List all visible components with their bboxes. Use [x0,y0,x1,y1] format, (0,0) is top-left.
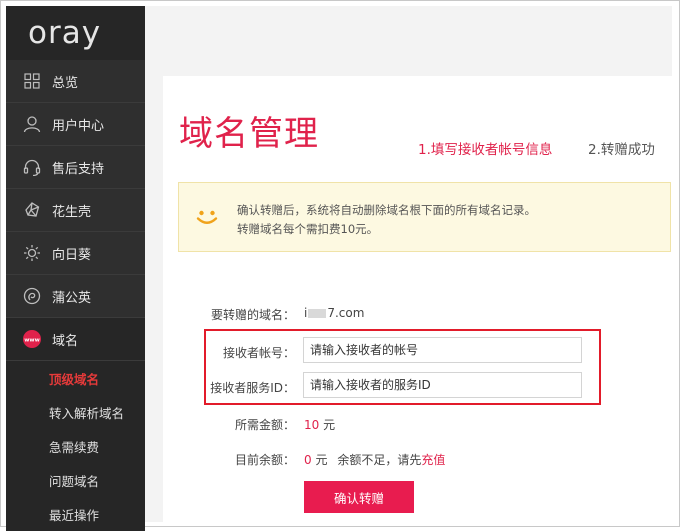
logo-area: oray [6,6,145,60]
dandelion-icon [22,286,42,306]
sidebar-item-label: 向日葵 [52,247,92,263]
notice-line-1: 确认转赠后，系统将自动删除域名根下面的所有域名记录。 [237,203,536,217]
fee-label: 所需金额： [234,418,295,432]
fee-value: 10 元 [304,416,335,433]
balance-label: 目前余额： [234,453,295,467]
grid-icon [22,71,42,91]
balance-value: 0 元 余额不足，请先充值 [304,451,445,468]
sidebar-item-domain[interactable]: www 域名 [6,318,145,361]
domain-value: i 7.com [304,306,364,320]
page-title: 域名管理 [179,114,319,154]
sidebar-item-label: 花生壳 [52,204,92,220]
step-next: 2.转赠成功 [588,142,655,158]
sunflower-icon [22,243,42,263]
notice-line-2: 转赠域名每个需扣费10元。 [237,222,379,236]
insufficient-text: 余额不足，请先 [337,453,422,467]
peanut-shell-icon [22,200,42,220]
sidebar-item-peanut-shell[interactable]: 花生壳 [6,189,145,232]
content-panel: 域名管理 1.填写接收者帐号信息 2.转赠成功 确认转赠后，系统将自动删除域名根… [163,76,672,522]
sidebar-subitem-recent-actions[interactable]: 最近操作 [6,497,145,531]
headset-icon [22,157,42,177]
sidebar-item-label: 总览 [52,75,79,91]
brand-logo[interactable]: oray [28,17,101,49]
service-id-label: 接收者服务ID： [210,381,295,395]
svg-text:www: www [24,337,40,343]
balance-unit: 元 [315,453,328,467]
confirm-transfer-button[interactable]: 确认转赠 [304,481,414,513]
sidebar-item-sunflower[interactable]: 向日葵 [6,232,145,275]
user-icon [22,114,42,134]
sidebar-subitem-top-level-domain[interactable]: 顶级域名 [6,361,145,395]
service-id-input[interactable] [303,372,582,398]
sidebar-item-overview[interactable]: 总览 [6,60,145,103]
sidebar-item-support[interactable]: 售后支持 [6,146,145,189]
domain-label: 要转赠的域名： [210,308,295,322]
sidebar-item-label: 蒲公英 [52,290,92,306]
notice-box: 确认转赠后，系统将自动删除域名根下面的所有域名记录。 转赠域名每个需扣费10元。 [178,182,671,252]
domain-suffix: 7.com [327,306,365,320]
step-current: 1.填写接收者帐号信息 [418,142,553,158]
sidebar-subitem-problem-domain[interactable]: 问题域名 [6,463,145,497]
recharge-link[interactable]: 充值 [421,453,445,467]
sidebar-item-dandelion[interactable]: 蒲公英 [6,275,145,318]
sidebar-item-label: 用户中心 [52,118,105,134]
account-input[interactable] [303,337,582,363]
sidebar-item-label: 售后支持 [52,161,105,177]
top-bar [145,6,672,60]
sidebar-item-user-center[interactable]: 用户中心 [6,103,145,146]
domain-prefix: i [304,306,308,320]
fee-unit: 元 [323,418,336,432]
sidebar: oray 总览 用户中心 售后支持 花生壳 向日葵 蒲公英 www 域名 顶级域… [6,6,145,531]
sidebar-subitem-urgent-renewal[interactable]: 急需续费 [6,429,145,463]
smile-icon [195,205,219,233]
sidebar-item-label: 域名 [52,333,79,349]
www-icon: www [22,329,42,349]
account-label: 接收者帐号： [222,346,295,360]
redacted-mask [308,309,327,318]
sidebar-subitem-transfer-in[interactable]: 转入解析域名 [6,395,145,429]
main-area: 域名管理 1.填写接收者帐号信息 2.转赠成功 确认转赠后，系统将自动删除域名根… [145,60,672,522]
fee-amount: 10 [304,418,320,432]
balance-amount: 0 [304,453,312,467]
